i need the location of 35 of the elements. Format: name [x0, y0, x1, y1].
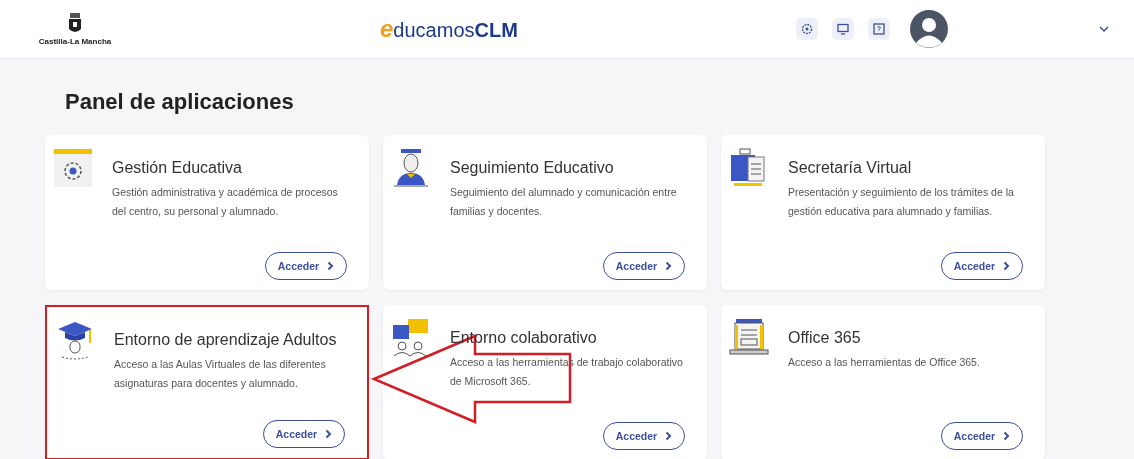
settings-button[interactable]: [796, 18, 818, 40]
chevron-right-icon: [665, 431, 673, 441]
access-button[interactable]: Acceder: [265, 252, 347, 280]
region-logo-text: Castilla-La Mancha: [38, 36, 112, 46]
access-button[interactable]: Acceder: [263, 420, 345, 448]
chevron-right-icon: [1003, 431, 1011, 441]
monitor-icon: [837, 23, 849, 35]
help-button[interactable]: [868, 18, 890, 40]
app-description: Gestión administrativa y académica de procesos del centro, su personal y alumnado.: [112, 185, 339, 219]
monitor-button[interactable]: [832, 18, 854, 40]
chevron-right-icon: [327, 261, 335, 271]
app-title: Secretaría Virtual: [788, 159, 913, 177]
chevron-right-icon: [1003, 261, 1011, 271]
settings-icon: [801, 23, 813, 35]
chevron-right-icon: [325, 429, 333, 439]
app-description: Acceso a las herramientas de Office 365.: [788, 355, 981, 370]
chevron-down-icon[interactable]: [1098, 25, 1110, 33]
app-title: Seguimiento Educativo: [450, 159, 615, 177]
access-button[interactable]: Acceder: [603, 422, 685, 450]
chevron-right-icon: [665, 261, 673, 271]
app-description: Presentación y seguimiento de los trámites de la gestión educativa para alumnado y familias.: [788, 185, 1015, 219]
access-button[interactable]: Acceder: [941, 252, 1023, 280]
app-title: Entorno de aprendizaje Adultos: [114, 331, 338, 349]
app-title: Gestión Educativa: [112, 159, 243, 177]
brand-logo: educamosCLM: [380, 15, 518, 43]
app-title: Office 365: [788, 329, 862, 347]
avatar-icon[interactable]: [910, 10, 948, 48]
help-icon: [873, 23, 885, 35]
access-button[interactable]: Acceder: [603, 252, 685, 280]
app-description: Acceso a las Aulas Virtuales de las diferentes asignaturas para docentes y alumnado.: [114, 357, 327, 391]
app-description: Seguimiento del alumnado y comunicación entre familias y docentes.: [450, 185, 678, 219]
access-button[interactable]: Acceder: [941, 422, 1023, 450]
gear-icon: [52, 147, 94, 189]
page-title: Panel de aplicaciones: [65, 89, 295, 115]
coat-of-arms-icon: [68, 12, 82, 35]
